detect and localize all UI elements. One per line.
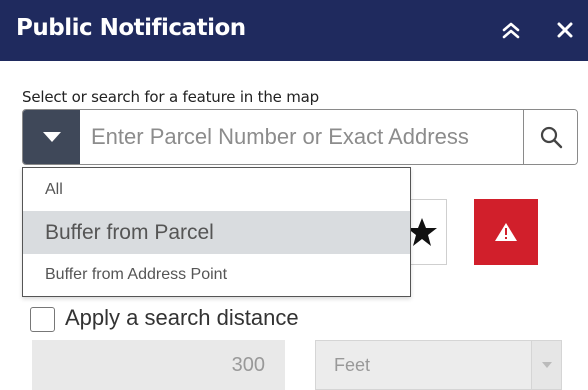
dropdown-option-all[interactable]: All xyxy=(23,168,410,211)
search-input[interactable] xyxy=(80,110,523,164)
warning-icon xyxy=(495,223,517,241)
distance-input[interactable] xyxy=(32,340,285,390)
dropdown-option-buffer-from-parcel[interactable]: Buffer from Parcel xyxy=(23,211,410,254)
distance-unit-value: Feet xyxy=(334,355,371,375)
apply-distance-checkbox[interactable] xyxy=(30,307,55,332)
panel-title: Public Notification xyxy=(16,15,246,41)
search-button[interactable] xyxy=(523,110,577,164)
search-source-dropdown-menu: All Buffer from Parcel Buffer from Addre… xyxy=(22,167,411,297)
close-button[interactable] xyxy=(550,14,580,46)
search-icon xyxy=(540,126,562,149)
warning-button[interactable] xyxy=(474,199,538,265)
caret-down-icon xyxy=(42,132,61,142)
chevron-down-icon xyxy=(531,341,561,389)
search-bar xyxy=(22,109,578,165)
search-source-dropdown-button[interactable] xyxy=(23,110,80,164)
search-prompt: Select or search for a feature in the ma… xyxy=(22,88,319,106)
apply-distance-label[interactable]: Apply a search distance xyxy=(65,305,299,331)
panel-header: Public Notification xyxy=(0,0,588,61)
close-icon xyxy=(557,22,573,38)
dropdown-option-buffer-from-address-point[interactable]: Buffer from Address Point xyxy=(23,254,410,296)
collapse-button[interactable] xyxy=(496,14,526,46)
distance-unit-select[interactable]: Feet xyxy=(315,340,562,390)
double-chevron-up-icon xyxy=(502,22,520,39)
